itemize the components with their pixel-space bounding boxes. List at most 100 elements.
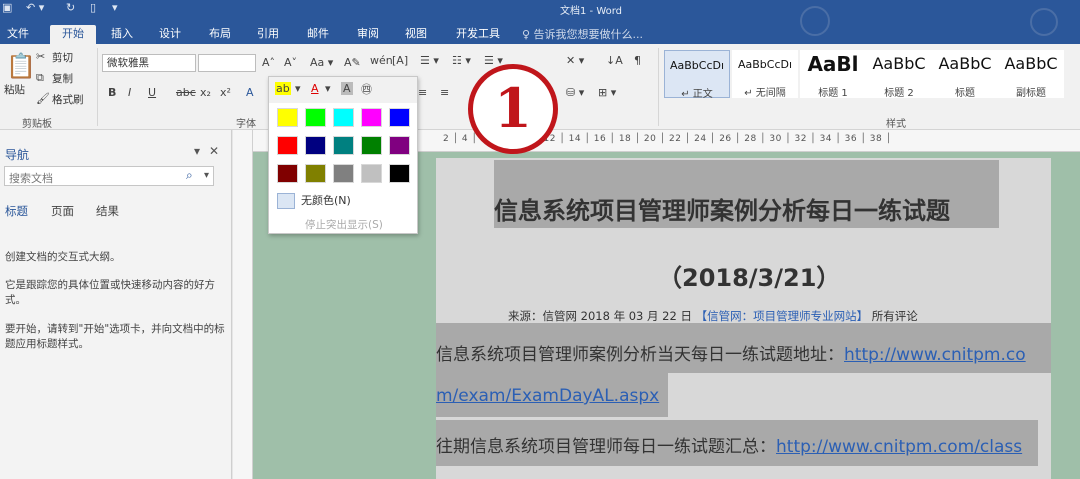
tab-review[interactable]: 审阅 [350,25,386,44]
tell-me-box[interactable]: ♀ 告诉我您想要做什么... [522,26,643,42]
color-swatch[interactable] [361,136,382,155]
vertical-ruler[interactable] [233,130,253,479]
text-effects-icon[interactable]: A [246,86,254,99]
char-shading-icon[interactable]: A [341,82,353,95]
source-prefix: 来源：信管网 [508,309,577,323]
style-title[interactable]: AaBbC 标题 [932,50,998,99]
superscript-button[interactable]: x² [220,86,231,99]
tab-design[interactable]: 设计 [152,25,188,44]
redo-icon[interactable]: ↻ [66,1,75,14]
exam-link[interactable]: http://www.cnitpm.co [844,345,1026,365]
chevron-down-icon[interactable]: ▾ [325,82,331,95]
tab-mailings[interactable]: 邮件 [300,25,336,44]
subscript-button[interactable]: x₂ [200,86,211,99]
shrink-font-icon[interactable]: A˅ [284,56,297,69]
underline-button[interactable]: U [148,86,156,99]
color-swatch[interactable] [389,164,410,183]
copy-button[interactable]: 复制 [52,71,73,86]
source-comments[interactable]: 所有评论 [872,309,918,323]
cut-icon[interactable]: ✂ [36,50,45,63]
paragraph-line: 信息系统项目管理师案例分析当天每日一练试题地址：http://www.cnitp… [436,340,1026,365]
tab-view[interactable]: 视图 [398,25,434,44]
tab-pages[interactable]: 页面 [51,203,74,219]
enclosed-char-icon[interactable]: ㊃ [361,81,372,97]
archive-link[interactable]: http://www.cnitpm.com/class [776,437,1022,457]
color-swatch[interactable] [361,108,382,127]
no-color-option[interactable]: 无颜色(N) [277,192,351,209]
color-swatch[interactable] [333,136,354,155]
clipboard-group-label: 剪贴板 [22,119,52,130]
highlight-color-icon[interactable]: ab [275,82,291,95]
align-left-icon[interactable]: ≡ [418,86,427,99]
numbering-icon[interactable]: ☷ ▾ [452,54,471,67]
document-page[interactable]: 信息系统项目管理师案例分析每日一练试题 （2018/3/21） 来源：信管网 2… [436,158,1051,479]
chevron-down-icon[interactable]: ▾ [295,82,301,95]
color-swatch[interactable] [305,136,326,155]
customize-qa-icon[interactable]: ▾ [112,1,118,14]
tab-developer[interactable]: 开发工具 [448,25,508,44]
save-icon[interactable]: ▣ [2,1,12,14]
borders-icon[interactable]: ⊞ ▾ [598,86,616,99]
color-swatch[interactable] [305,108,326,127]
show-marks-icon[interactable]: ¶ [634,54,641,67]
sort-icon[interactable]: ↓A [606,54,623,67]
undo-icon[interactable]: ↶ ▾ [26,1,44,14]
tab-insert[interactable]: 插入 [104,25,140,44]
close-icon[interactable]: ✕ [209,144,219,158]
style-sample: AaBbC [1004,54,1058,73]
color-swatch[interactable] [333,108,354,127]
bold-button[interactable]: B [108,86,116,99]
font-name-combo[interactable]: 微软雅黑 [102,54,196,72]
style-heading-1[interactable]: AaBl 标题 1 [800,50,866,99]
color-swatch[interactable] [333,164,354,183]
tab-layout[interactable]: 布局 [202,25,238,44]
style-no-spacing[interactable]: AaBbCcDı ↵ 无间隔 [732,50,798,99]
search-options-icon[interactable]: ▾ [204,170,209,181]
tab-file[interactable]: 文件 [2,25,34,44]
strikethrough-button[interactable]: abc [176,86,196,99]
cut-button[interactable]: 剪切 [52,50,73,65]
paste-button[interactable]: 粘贴 [4,82,25,97]
new-doc-icon[interactable]: ▯ [90,1,96,14]
color-swatch[interactable] [277,108,298,127]
nav-options-icon[interactable]: ▾ [194,144,200,158]
color-swatch[interactable] [277,136,298,155]
align-center-icon[interactable]: ≡ [440,86,449,99]
search-input[interactable]: 搜索文档 [4,166,214,186]
source-date: 2018 年 03 月 22 日 [580,309,692,323]
format-painter-button[interactable]: 格式刷 [52,92,84,107]
color-swatch[interactable] [305,164,326,183]
tab-headings[interactable]: 标题 [5,203,28,219]
color-swatch[interactable] [277,164,298,183]
font-size-combo[interactable] [198,54,256,72]
source-site-link[interactable]: 【信管网：项目管理师专业网站】 [696,309,869,323]
font-color-icon[interactable]: A [311,82,319,95]
styles-group-label: 样式 [886,119,906,130]
style-heading-2[interactable]: AaBbC 标题 2 [866,50,932,99]
style-sample: AaBbCcDı [737,58,793,71]
line-text: 信息系统项目管理师案例分析当天每日一练试题地址： [436,345,844,365]
color-swatch[interactable] [361,164,382,183]
format-painter-icon[interactable]: 🖌 [36,92,50,105]
asian-layout-icon[interactable]: ✕ ▾ [566,54,584,67]
tab-references[interactable]: 引用 [250,25,286,44]
tab-results[interactable]: 结果 [96,203,119,219]
change-case-icon[interactable]: Aa ▾ [310,56,333,69]
style-subtitle[interactable]: AaBbC 副标题 [998,50,1064,99]
exam-link-continued[interactable]: m/exam/ExamDayAL.aspx [436,386,659,406]
copy-icon[interactable]: ⧉ [36,71,44,85]
color-swatch[interactable] [389,136,410,155]
tab-home[interactable]: 开始 [50,25,96,44]
grow-font-icon[interactable]: A˄ [262,56,275,69]
shading-icon[interactable]: ⛁ ▾ [566,86,584,99]
bullets-icon[interactable]: ☰ ▾ [420,54,439,67]
style-sample: AaBbCcDı [669,59,725,72]
search-icon[interactable]: ⌕ [186,168,193,183]
color-swatch[interactable] [389,108,410,127]
italic-button[interactable]: I [128,86,131,99]
paste-icon[interactable]: 📋 [6,52,36,80]
clear-format-icon[interactable]: A✎ [344,56,361,69]
phonetic-guide-icon[interactable]: wén [370,54,393,67]
char-border-icon[interactable]: [A] [392,54,408,67]
style-normal[interactable]: AaBbCcDı ↵ 正文 [664,50,730,100]
